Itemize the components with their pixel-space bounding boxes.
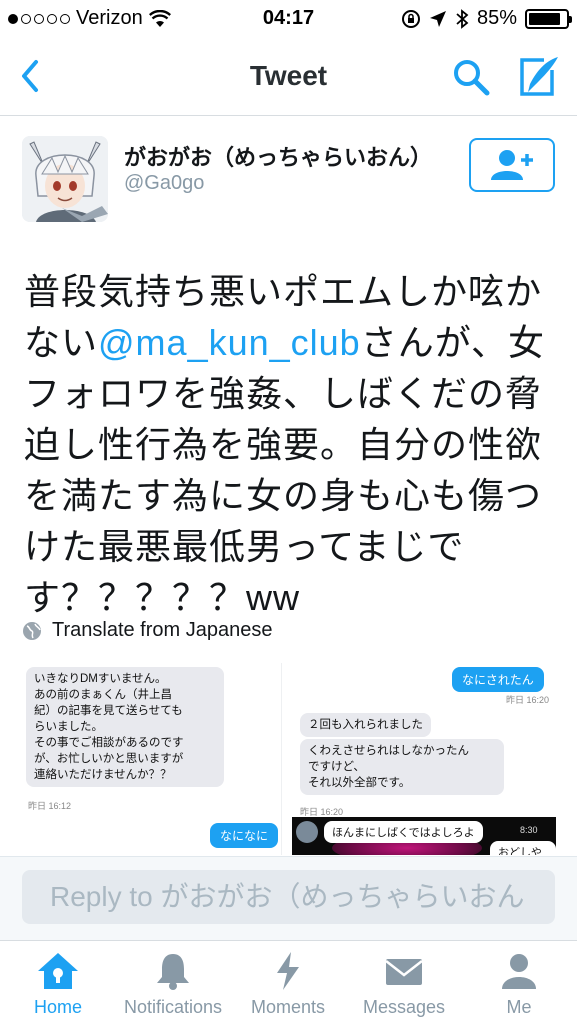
avatar (296, 821, 318, 843)
timestamp: 8:30 (520, 825, 538, 835)
dm-message-line: が、お忙しいかと思いますが (34, 753, 184, 765)
lightning-icon (277, 952, 299, 990)
dark-chat-screenshot: ほんまにしばくではよしろよ 8:30 おどしやん。 (292, 817, 556, 855)
dm-message-line: らいました。 (34, 721, 103, 733)
tweet-media[interactable]: いきなりDMすいません。 あの前のまぁくん（井上昌 紀）の記事を見て送らせても らいま… (22, 663, 556, 855)
dm-message-line: ですけど、 (308, 761, 365, 773)
dm-message: おどしやん。 (490, 841, 556, 855)
tweet-line: す？？？？？ww (24, 577, 300, 618)
tab-label: Moments (250, 997, 326, 1017)
author-handle[interactable]: @Ga0go (124, 172, 204, 195)
nav-bar: Tweet (0, 38, 577, 116)
tweet-text: 普段気持ち悪いポエムしか呟か ない@ma_kun_clubさんが、女 フォロワを… (24, 266, 554, 623)
timestamp: 昨日 16:12 (28, 801, 72, 811)
dm-message: ほんまにしばくではよしろよ (324, 821, 483, 843)
author-name[interactable]: がおがお（めっちゃらいおん） (124, 140, 432, 172)
tab-messages[interactable]: Messages (352, 941, 456, 1024)
home-icon (38, 953, 78, 989)
battery-percent: 85% (476, 7, 517, 29)
media-image-right[interactable]: なにされたん 昨日 16:20 ２回も入れられました くわえさせられはしなかった… (292, 663, 556, 855)
search-icon[interactable] (450, 56, 492, 98)
translate-link[interactable]: Translate from Japanese (22, 619, 272, 642)
timestamp: 昨日 16:20 (506, 695, 550, 705)
dm-message-line: それ以外全部です。 (308, 777, 411, 789)
dm-message-line: いきなりDMすいません。 (34, 673, 167, 685)
dm-message-line: その事でご相談があるのです (34, 737, 184, 749)
add-user-icon (491, 150, 533, 180)
reply-bar: Reply to がおがお（めっちゃらいおん (0, 856, 577, 940)
tweet-line: 迫し性行為を強要。自分の性欲 (24, 424, 543, 465)
back-chevron-icon[interactable] (14, 56, 50, 96)
dm-message-line: 紀）の記事を見て送らせても (34, 705, 183, 717)
tweet-line: ない@ma_kun_clubさんが、女 (24, 317, 554, 368)
dm-message-line: 連絡いただけませんか？？ (34, 769, 172, 781)
tweet-line: けた最悪最低男ってまじで (24, 526, 465, 567)
dm-message-lines: くわえさせられはしなかったん ですけど、それ以外全部です。 (308, 743, 496, 791)
follow-button[interactable] (469, 138, 555, 192)
tweet-text-fragment: ない (24, 322, 99, 363)
location-icon (429, 10, 446, 27)
tweet-line: を満たす為に女の身も心も傷つ (24, 475, 543, 516)
dm-message-line: くわえさせられはしなかったん (308, 745, 469, 757)
translate-label: Translate from Japanese (52, 619, 273, 641)
mention-link[interactable]: @ma_kun_club (98, 322, 361, 363)
tab-moments[interactable]: Moments (242, 941, 334, 1024)
tab-label: Notifications (123, 997, 223, 1017)
compose-tweet-icon[interactable] (514, 54, 560, 100)
tab-me[interactable]: Me (490, 941, 548, 1024)
dm-message: ２回も入れられました (300, 713, 431, 737)
tab-label: Home (33, 997, 82, 1017)
status-bar: Verizon 04:17 85% (0, 0, 577, 38)
tab-bar: Home Notifications Moments Messages Me (0, 940, 577, 1024)
media-image-left[interactable]: いきなりDMすいません。 あの前のまぁくん（井上昌 紀）の記事を見て送らせても らいま… (22, 663, 282, 855)
bluetooth-icon (456, 8, 469, 29)
bell-icon (157, 954, 189, 990)
reply-input[interactable]: Reply to がおがお（めっちゃらいおん (22, 870, 555, 924)
dm-reply: なになに (210, 823, 279, 848)
tab-notifications[interactable]: Notifications (112, 941, 234, 1024)
dm-message: いきなりDMすいません。 あの前のまぁくん（井上昌 紀）の記事を見て送らせても らいま… (26, 667, 224, 787)
tweet-line: 普段気持ち悪いポエムしか呟か (24, 271, 543, 312)
dm-reply: なにされたん (452, 667, 544, 692)
tweet-line: フォロワを強姦、しばくだの脅 (24, 373, 543, 414)
tab-label: Me (506, 997, 532, 1017)
rotation-lock-icon (401, 9, 420, 28)
dm-message-line: あの前のまぁくん（井上昌 (34, 689, 172, 701)
battery-level (529, 12, 560, 25)
dm-message: くわえさせられはしなかったん ですけど、それ以外全部です。 (300, 739, 504, 795)
avatar-illustration (22, 136, 108, 222)
battery-icon (525, 8, 572, 29)
avatar[interactable] (22, 136, 108, 222)
dm-message-lines: いきなりDMすいません。 あの前のまぁくん（井上昌 紀）の記事を見て送らせても らいま… (34, 671, 216, 783)
envelope-icon (385, 959, 423, 985)
tab-label: Messages (362, 997, 446, 1017)
tab-home[interactable]: Home (14, 941, 102, 1024)
status-right: 85% (401, 7, 572, 30)
person-icon (502, 954, 536, 989)
globe-icon (23, 621, 41, 640)
tweet-text-fragment: さんが、女 (360, 322, 545, 363)
